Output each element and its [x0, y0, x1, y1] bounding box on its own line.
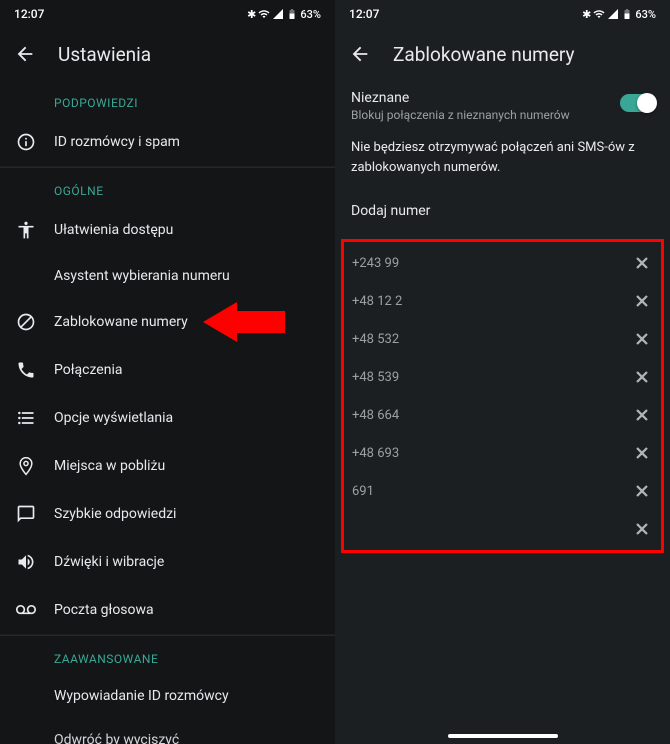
- blocked-number: +48 693: [352, 446, 399, 461]
- item-label: Opcje wyświetlania: [54, 410, 173, 426]
- remove-number-button[interactable]: [633, 444, 651, 462]
- blocked-number-row: +48 532: [344, 320, 661, 358]
- unknown-title: Nieznane: [351, 90, 570, 106]
- item-accessibility[interactable]: Ułatwienia dostępu: [0, 206, 335, 254]
- item-caller-id-spam[interactable]: ID rozmówcy i spam: [0, 118, 335, 167]
- accessibility-icon: [16, 220, 36, 240]
- item-voicemail[interactable]: Poczta głosowa: [0, 586, 335, 635]
- unknown-toggle[interactable]: [620, 94, 654, 112]
- page-title: Ustawienia: [58, 43, 151, 66]
- blocked-number: +48 539: [352, 370, 399, 385]
- app-bar: Ustawienia: [0, 28, 335, 80]
- blocked-number-row: +48 12 2: [344, 282, 661, 320]
- item-label: Wypowiadanie ID rozmówcy: [54, 688, 229, 704]
- item-label: Zablokowane numery: [54, 314, 188, 330]
- highlight-annotation: +243 99 +48 12 2 +48 532 +48 539 +48 664…: [341, 239, 664, 553]
- location-icon: [16, 456, 36, 476]
- unknown-subtitle: Blokuj połączenia z nieznanych numerów: [351, 108, 570, 122]
- item-nearby-places[interactable]: Miejsca w pobliżu: [0, 442, 335, 490]
- blocked-number-row: +48 693: [344, 434, 661, 472]
- item-label: Miejsca w pobliżu: [54, 458, 165, 474]
- unknown-toggle-row: Nieznane Blokuj połączenia z nieznanych …: [335, 80, 670, 134]
- item-sounds-vibration[interactable]: Dźwięki i wibracje: [0, 538, 335, 586]
- item-label: Odwróć by wyciszyć: [54, 732, 179, 744]
- blocked-number-row: 691: [344, 472, 661, 510]
- back-button[interactable]: [349, 43, 371, 65]
- nav-indicator: [448, 734, 558, 738]
- status-battery: 63%: [635, 8, 656, 21]
- item-caller-announce[interactable]: Wypowiadanie ID rozmówcy: [0, 674, 335, 718]
- item-blocked-numbers[interactable]: Zablokowane numery: [0, 298, 335, 346]
- item-label: Szybkie odpowiedzi: [54, 506, 176, 522]
- settings-screen: 12:07 ✱ 63% Ustawienia PODPOWIEDZI ID ro…: [0, 0, 335, 744]
- blocked-number: +48 532: [352, 332, 399, 347]
- remove-number-button[interactable]: [633, 292, 651, 310]
- red-arrow-annotation: [203, 302, 285, 342]
- section-general: OGÓLNE: [0, 168, 335, 206]
- phone-icon: [16, 360, 36, 380]
- voicemail-icon: [16, 600, 36, 620]
- blocked-number: 691: [352, 484, 374, 499]
- item-quick-responses[interactable]: Szybkie odpowiedzi: [0, 490, 335, 538]
- remove-number-button[interactable]: [633, 406, 651, 424]
- blocked-number-row: +48 539: [344, 358, 661, 396]
- volume-icon: [16, 552, 36, 572]
- section-advanced: ZAAWANSOWANE: [0, 636, 335, 674]
- status-bar: 12:07 ✱ 63%: [335, 0, 670, 28]
- app-bar: Zablokowane numery: [335, 28, 670, 80]
- page-title: Zablokowane numery: [393, 43, 575, 66]
- item-label: Asystent wybierania numeru: [54, 268, 230, 284]
- status-icons: ✱ 63%: [247, 8, 321, 21]
- back-button[interactable]: [14, 43, 36, 65]
- status-time: 12:07: [14, 7, 44, 21]
- item-dial-assist[interactable]: Asystent wybierania numeru: [0, 254, 335, 298]
- blocked-number: +48 664: [352, 408, 399, 423]
- blocked-number: +48 12 2: [352, 294, 402, 309]
- status-time: 12:07: [349, 7, 379, 21]
- item-label: Ułatwienia dostępu: [54, 222, 173, 238]
- remove-number-button[interactable]: [633, 482, 651, 500]
- status-battery: 63%: [300, 8, 321, 21]
- info-icon: [16, 132, 36, 152]
- remove-number-button[interactable]: [633, 520, 651, 538]
- item-calls[interactable]: Połączenia: [0, 346, 335, 394]
- item-label: ID rozmówcy i spam: [54, 134, 180, 150]
- item-label: Dźwięki i wibracje: [54, 554, 164, 570]
- add-number-button[interactable]: Dodaj numer: [335, 195, 670, 239]
- blocked-number-row: +243 99: [344, 244, 661, 282]
- info-text: Nie będziesz otrzymywać połączeń ani SMS…: [335, 134, 670, 195]
- list-icon: [16, 408, 36, 428]
- item-display-options[interactable]: Opcje wyświetlania: [0, 394, 335, 442]
- item-flip-silence[interactable]: Odwróć by wyciszyć: [0, 718, 335, 744]
- blocked-number: +243 99: [352, 256, 399, 271]
- item-label: Poczta głosowa: [54, 602, 154, 618]
- section-hints: PODPOWIEDZI: [0, 80, 335, 118]
- remove-number-button[interactable]: [633, 254, 651, 272]
- item-label: Połączenia: [54, 362, 122, 378]
- blocked-numbers-screen: 12:07 ✱ 63% Zablokowane numery Nieznane …: [335, 0, 670, 744]
- blocked-number-row: [344, 510, 661, 548]
- chat-icon: [16, 504, 36, 524]
- status-icons: ✱ 63%: [582, 8, 656, 21]
- remove-number-button[interactable]: [633, 368, 651, 386]
- remove-number-button[interactable]: [633, 330, 651, 348]
- blocked-number-row: +48 664: [344, 396, 661, 434]
- block-icon: [16, 312, 36, 332]
- status-bar: 12:07 ✱ 63%: [0, 0, 335, 28]
